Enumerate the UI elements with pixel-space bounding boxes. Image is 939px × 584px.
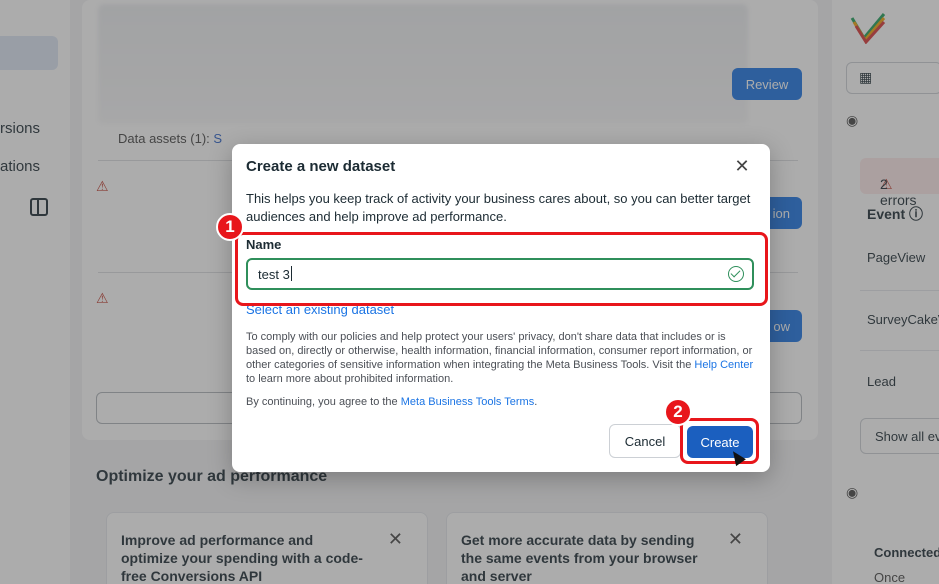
terms-link[interactable]: Meta Business Tools Terms: [401, 396, 534, 408]
step1-badge: 1: [216, 213, 244, 241]
help-center-link[interactable]: Help Center: [694, 359, 753, 371]
modal-title: Create a new dataset: [246, 158, 396, 175]
terms-prefix: By continuing, you agree to the: [246, 396, 398, 408]
privacy-notice: To comply with our policies and help pro…: [246, 330, 756, 386]
terms-notice: By continuing, you agree to the Meta Bus…: [246, 396, 537, 408]
step1-highlight: [235, 232, 768, 306]
privacy-text: To comply with our policies and help pro…: [246, 331, 753, 371]
step2-highlight: [680, 418, 759, 464]
modal-description: This helps you keep track of activity yo…: [246, 191, 751, 224]
close-icon[interactable]: ✕: [730, 154, 754, 178]
privacy-suffix: to learn more about prohibited informati…: [246, 373, 454, 385]
step2-badge: 2: [664, 398, 692, 426]
cancel-button[interactable]: Cancel: [609, 424, 681, 458]
terms-suffix: .: [534, 396, 538, 408]
